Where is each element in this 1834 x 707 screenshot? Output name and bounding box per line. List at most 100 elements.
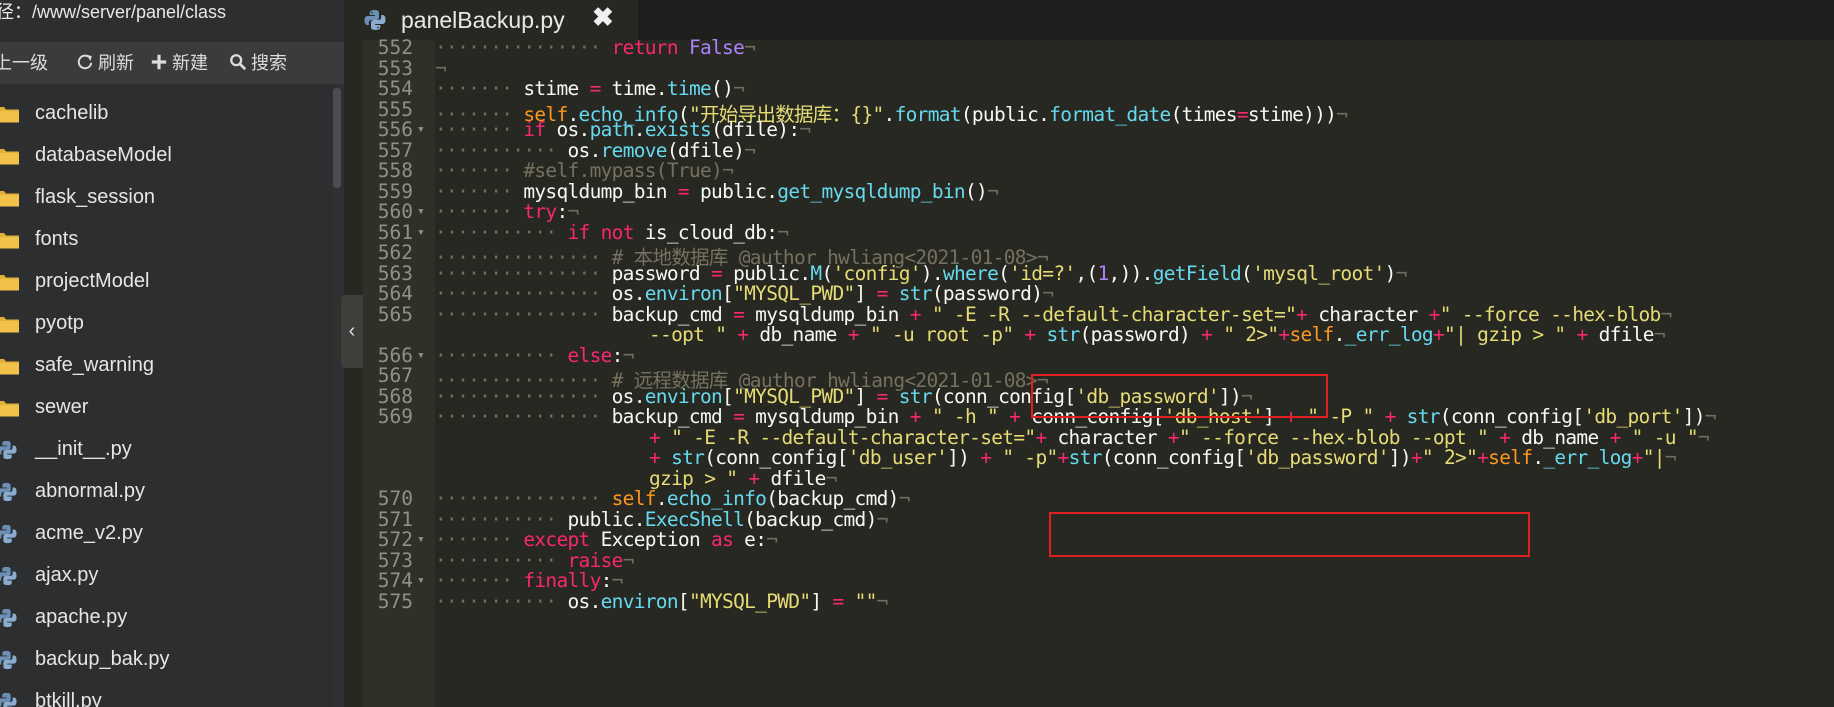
code-token: (password) [1079, 323, 1202, 346]
code-token: str [1046, 323, 1081, 346]
code-token: . [883, 102, 896, 126]
fold-marker-icon[interactable]: ▾ [417, 225, 425, 240]
editor-tab-bar: panelBackup.py ✖ [344, 0, 1834, 40]
code-token: ]) [947, 446, 981, 469]
code-token: + [980, 446, 992, 469]
file-name: projectModel [35, 270, 150, 292]
code-token: e: [733, 528, 767, 551]
code-token: = [1236, 102, 1249, 126]
file-item[interactable]: abnormal.py [0, 474, 330, 516]
refresh-button[interactable]: 刷新 [76, 42, 134, 84]
code-token: ,)). [1108, 261, 1154, 285]
fold-marker-icon[interactable]: ▾ [417, 204, 425, 219]
plus-icon [151, 54, 167, 70]
file-item[interactable]: ajax.py [0, 558, 330, 600]
file-name: fonts [35, 228, 79, 250]
refresh-label: 刷新 [98, 53, 134, 73]
code-token: + [737, 323, 749, 346]
code-token: (times [1170, 102, 1238, 126]
code-token: " 2>" [1421, 446, 1478, 469]
line-number: 565 [377, 302, 413, 326]
file-name: pyotp [35, 312, 84, 334]
file-item[interactable]: backup_bak.py [0, 642, 330, 684]
up-level-button[interactable]: 上一级 [0, 42, 48, 84]
close-tab-icon[interactable]: ✖ [592, 2, 614, 33]
folder-item[interactable]: databaseModel [0, 138, 330, 180]
eol-marker: ¬ [766, 528, 778, 551]
indent-guide: ··············· [435, 302, 612, 326]
code-token: () [964, 179, 988, 203]
folder-item[interactable]: safe_warning [0, 348, 330, 390]
folder-item[interactable]: fonts [0, 222, 330, 264]
code-token: --opt " [649, 323, 727, 346]
path-text: 路径：/www/server/panel/class [0, 2, 227, 22]
eol-marker: ¬ [876, 589, 889, 613]
folder-item[interactable]: cachelib [0, 96, 330, 138]
python-file-icon [0, 440, 17, 460]
eol-marker: ¬ [1664, 446, 1677, 469]
python-file-icon [0, 524, 17, 544]
tab-panelbackup-py[interactable]: panelBackup.py ✖ [344, 0, 638, 40]
code-token: = [832, 589, 844, 613]
line-number: 569 [377, 405, 413, 428]
indent-guide: ··············· [435, 36, 612, 59]
fold-marker-icon[interactable]: ▾ [417, 573, 425, 588]
folder-item[interactable]: flask_session [0, 180, 330, 222]
file-name: abnormal.py [35, 480, 146, 502]
scrollbar-thumb[interactable] [333, 88, 341, 188]
code-token: ,( [1075, 261, 1098, 285]
new-button[interactable]: 新建 [150, 42, 208, 84]
code-token: format [894, 102, 962, 126]
path-bar: 路径：/www/server/panel/class [0, 0, 344, 30]
code-token: 1 [1097, 261, 1110, 285]
fold-marker-icon[interactable]: ▾ [417, 122, 425, 137]
code-editor[interactable]: 552 ··············· return False¬ 553 ¬ 554 ·… [363, 36, 1834, 707]
file-name: flask_session [35, 186, 156, 208]
code-token: getField [1152, 261, 1242, 285]
code-token: + [1432, 323, 1445, 346]
code-token: + [1410, 446, 1423, 469]
file-name: apache.py [35, 606, 128, 628]
folder-item[interactable]: pyotp [0, 306, 330, 348]
search-label: 搜索 [251, 53, 287, 73]
file-toolbar: 上一级 刷新 新建 搜索 [0, 42, 344, 84]
code-token: + [1576, 323, 1589, 346]
folder-item[interactable]: projectModel [0, 264, 330, 306]
code-token: 'mysql_root' [1252, 261, 1385, 285]
fold-marker-icon[interactable]: ▾ [417, 532, 425, 547]
eol-marker: ¬ [898, 487, 911, 510]
python-file-icon [0, 566, 17, 586]
fold-marker-icon[interactable]: ▾ [417, 348, 425, 363]
eol-marker: ¬ [987, 179, 999, 203]
file-name: btkill.py [35, 690, 102, 707]
eol-marker: ¬ [744, 36, 756, 59]
folder-icon [0, 191, 19, 207]
file-panel: 路径：/www/server/panel/class 上一级 刷新 新建 搜索 … [0, 0, 344, 707]
code-line-wrap: --opt " + db_name + " -u root -p" + str(… [649, 323, 1666, 346]
file-item[interactable]: apache.py [0, 600, 330, 642]
code-token: public. [688, 179, 778, 203]
file-item[interactable]: acme_v2.py [0, 516, 330, 558]
code-token: "| gzip > " [1444, 323, 1566, 346]
code-token: ] [810, 589, 833, 613]
file-name: acme_v2.py [35, 522, 143, 544]
code-token: " 2>" [1223, 323, 1279, 346]
python-file-icon [0, 650, 17, 670]
python-file-icon [364, 10, 386, 30]
file-item[interactable]: btkill.py [0, 684, 330, 707]
code-token: . [1333, 323, 1346, 346]
code-token: + [1057, 446, 1070, 469]
search-button[interactable]: 搜索 [229, 42, 287, 84]
code-token: self [1488, 446, 1533, 469]
code-token: _err_log [1344, 323, 1434, 346]
file-name: sewer [35, 396, 89, 418]
indent-guide: ··········· [435, 589, 568, 613]
folder-item[interactable]: sewer [0, 390, 330, 432]
collapse-sidebar-button[interactable]: ‹ [341, 295, 363, 368]
file-item[interactable]: __init__.py [0, 432, 330, 474]
file-name: safe_warning [35, 354, 154, 376]
file-name: cachelib [35, 102, 109, 124]
